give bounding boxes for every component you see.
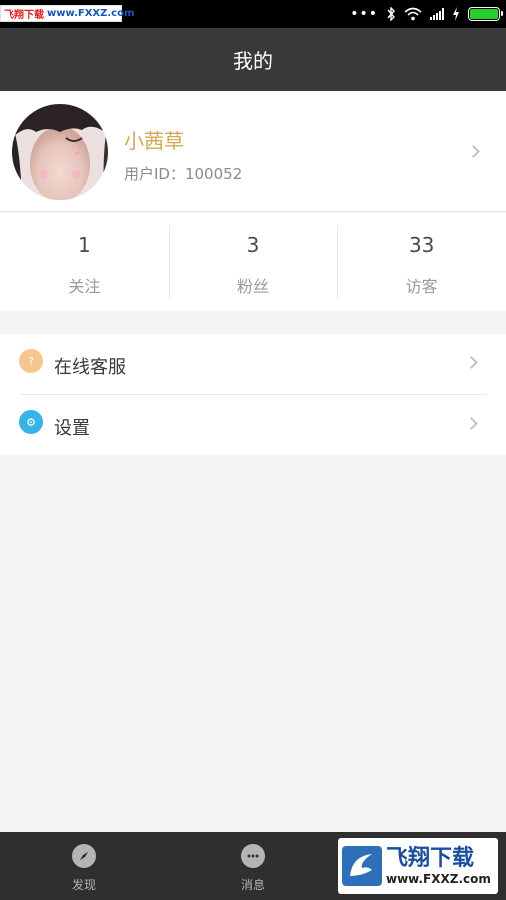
stat-label: 访客 xyxy=(405,277,438,296)
chevron-right-icon xyxy=(465,417,478,430)
watermark-url: www.FXXZ.com xyxy=(386,872,491,886)
watermark-logo-icon xyxy=(342,846,382,886)
profile-card[interactable]: 小茜草 用户ID：100052 xyxy=(0,91,506,212)
menu-item-label: 在线客服 xyxy=(54,357,126,378)
menu-item-label: 设置 xyxy=(54,418,90,439)
stat-value: 1 xyxy=(77,233,91,257)
watermark-top: 飞翔下载 www.FXXZ.com xyxy=(0,5,134,22)
stat-label: 关注 xyxy=(68,277,101,296)
cell-signal-icon xyxy=(430,8,444,20)
battery-icon xyxy=(468,7,503,21)
avatar-image xyxy=(12,104,108,200)
tab-label: 消息 xyxy=(240,878,265,892)
gear-icon: ⚙ xyxy=(19,410,43,434)
user-id: 用户ID：100052 xyxy=(124,165,243,183)
help-icon: ? xyxy=(19,349,43,373)
watermark-brand: 飞翔下载 xyxy=(4,10,44,21)
tab-discover[interactable]: 发现 xyxy=(44,832,124,900)
username: 小茜草 xyxy=(124,129,184,153)
chevron-right-icon xyxy=(465,356,478,369)
watermark-bottom: 飞翔下载 www.FXXZ.com xyxy=(338,838,498,894)
stat-value: 33 xyxy=(408,233,435,257)
chat-bubble-icon xyxy=(241,844,265,868)
battery-fill xyxy=(470,9,498,19)
stats-row: 1 关注 3 粉丝 33 访客 xyxy=(0,213,506,311)
compass-icon xyxy=(72,844,96,868)
menu-item-customer-service[interactable]: ? 在线客服 xyxy=(0,334,506,394)
nav-bar: 我的 xyxy=(0,28,506,91)
bluetooth-icon xyxy=(387,7,395,21)
stat-fans[interactable]: 3 粉丝 xyxy=(168,213,338,311)
chevron-right-icon xyxy=(467,145,480,158)
page-title: 我的 xyxy=(233,49,273,73)
watermark-url: www.FXXZ.com xyxy=(47,8,135,19)
stat-label: 粉丝 xyxy=(237,277,270,296)
stat-visitors[interactable]: 33 访客 xyxy=(337,213,506,311)
menu-item-settings[interactable]: ⚙ 设置 xyxy=(0,395,506,455)
watermark-text: 飞翔下载 www.FXXZ.com xyxy=(386,846,491,886)
stat-value: 3 xyxy=(246,233,260,257)
menu-list: ? 在线客服 ⚙ 设置 xyxy=(0,334,506,455)
tab-messages[interactable]: 消息 xyxy=(213,832,293,900)
avatar[interactable] xyxy=(12,104,108,200)
wifi-icon xyxy=(404,7,422,21)
watermark-title: 飞翔下载 xyxy=(386,846,475,871)
stat-following[interactable]: 1 关注 xyxy=(0,213,169,311)
tab-label: 发现 xyxy=(71,878,96,892)
notification-dots: ••• xyxy=(350,6,378,22)
charging-icon xyxy=(453,7,459,21)
status-bar: 飞翔下载 www.FXXZ.com ••• xyxy=(0,0,506,28)
status-icons: ••• xyxy=(350,5,503,23)
